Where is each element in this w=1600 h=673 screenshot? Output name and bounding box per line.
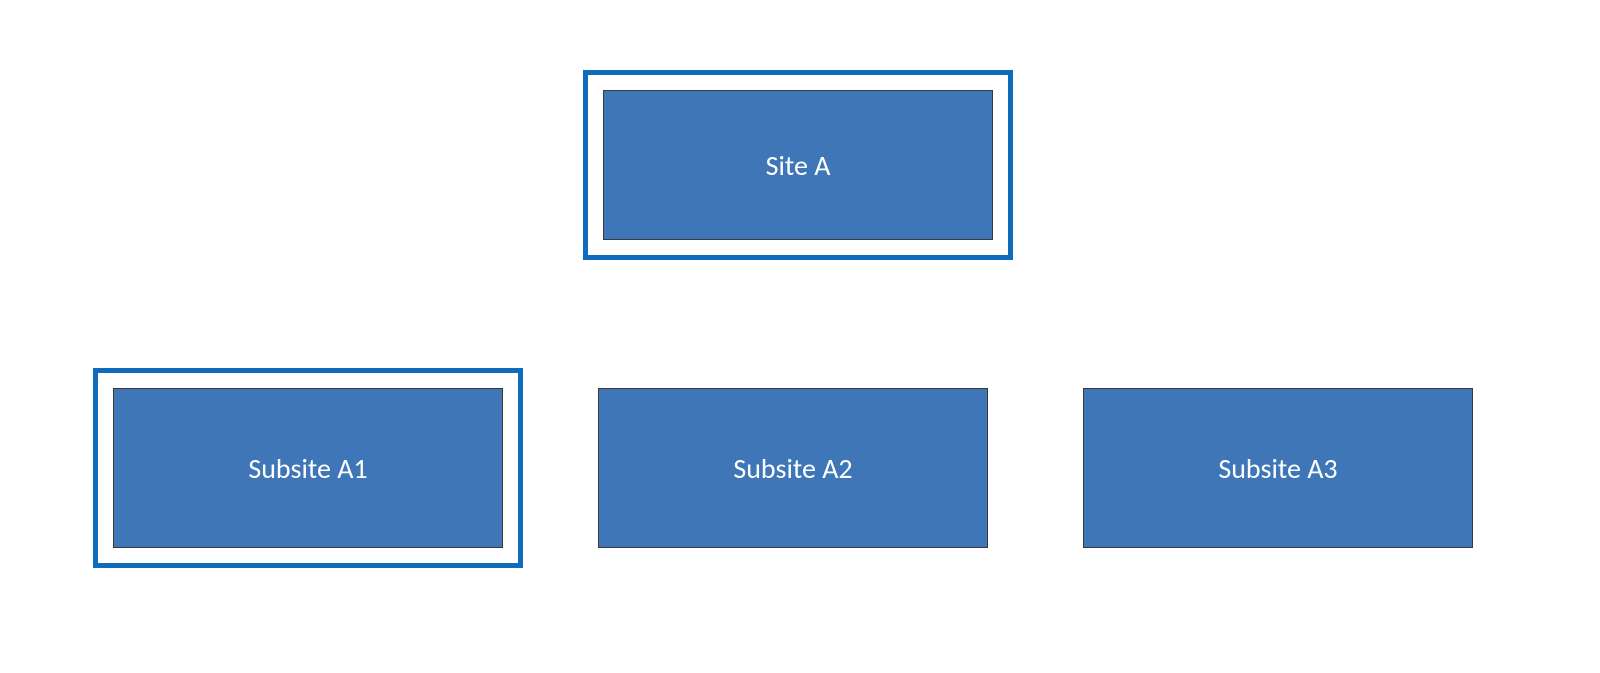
node-site-a: Site A xyxy=(603,90,993,240)
node-inner: Site A xyxy=(603,90,993,240)
node-subsite-a3: Subsite A3 xyxy=(1083,388,1473,548)
node-inner: Subsite A2 xyxy=(598,388,988,548)
node-label: Subsite A2 xyxy=(733,451,852,486)
node-label: Subsite A1 xyxy=(248,451,367,486)
node-inner: Subsite A1 xyxy=(113,388,503,548)
node-inner: Subsite A3 xyxy=(1083,388,1473,548)
node-subsite-a2: Subsite A2 xyxy=(598,388,988,548)
node-subsite-a1: Subsite A1 xyxy=(113,388,503,548)
node-label: Site A xyxy=(766,148,831,183)
node-label: Subsite A3 xyxy=(1218,451,1337,486)
